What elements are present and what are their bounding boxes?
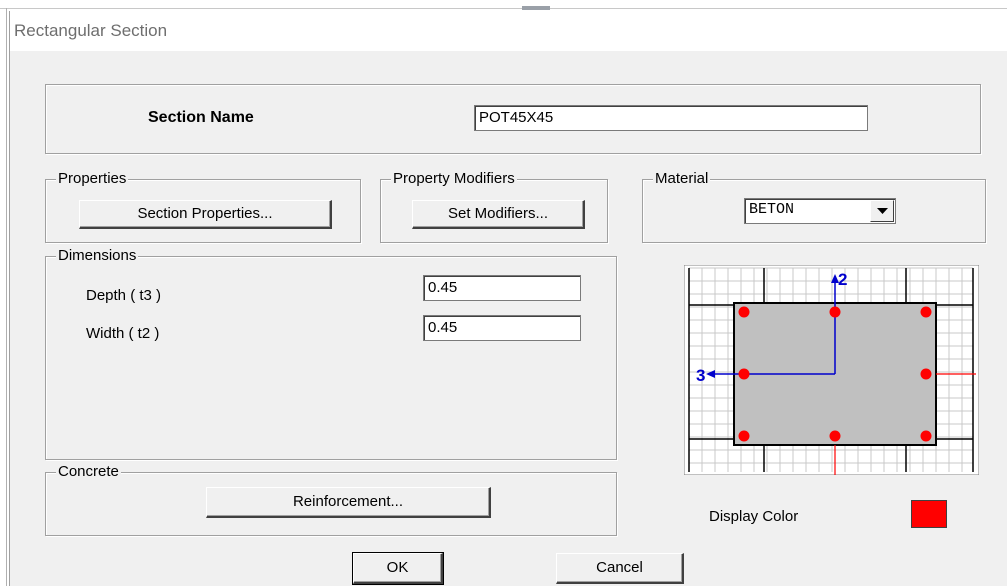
concrete-group: Concrete Reinforcement... (45, 464, 617, 536)
property-modifiers-group: Property Modifiers Set Modifiers... (380, 171, 608, 243)
section-preview-canvas: 2 3 (684, 265, 979, 475)
rebar-top-left (738, 306, 750, 318)
axis3-label: 3 (696, 366, 705, 385)
cancel-button-label: Cancel (596, 559, 643, 576)
material-legend: Material (653, 170, 711, 187)
dialog-titlebar[interactable]: Rectangular Section (10, 11, 1007, 51)
dialog-client-area: Section Name POT45X45 Properties Section… (10, 51, 1007, 586)
dimensions-group: Dimensions Depth ( t3 ) 0.45 Width ( t2 … (45, 248, 617, 460)
property-modifiers-legend: Property Modifiers (391, 170, 517, 187)
dialog-title: Rectangular Section (14, 21, 168, 40)
section-properties-button[interactable]: Section Properties... (79, 200, 332, 229)
material-dropdown-button[interactable] (870, 200, 894, 222)
width-input[interactable]: 0.45 (423, 315, 581, 341)
section-properties-button-label: Section Properties... (137, 205, 273, 222)
ok-button[interactable]: OK (352, 552, 444, 585)
properties-legend: Properties (56, 170, 129, 187)
material-select-value: BETON (749, 201, 795, 218)
background-rule-left (6, 8, 7, 586)
concrete-legend: Concrete (56, 463, 121, 480)
background-splitter-knob (522, 6, 550, 10)
depth-input[interactable]: 0.45 (423, 275, 581, 301)
rebar-top-middle (829, 306, 841, 318)
set-modifiers-button-label: Set Modifiers... (447, 205, 549, 222)
rectangular-section-dialog: Rectangular Section Section Name POT45X4… (9, 11, 1007, 586)
ok-button-label: OK (386, 559, 409, 576)
rebar-bottom-right (920, 430, 932, 442)
display-color-swatch[interactable] (911, 500, 947, 528)
material-group: Material BETON (642, 171, 986, 243)
reinforcement-button-label: Reinforcement... (292, 493, 404, 510)
section-name-label: Section Name (148, 109, 254, 126)
set-modifiers-button[interactable]: Set Modifiers... (412, 200, 585, 229)
rebar-bottom-left (738, 430, 750, 442)
display-color-label: Display Color (709, 508, 799, 525)
dimensions-legend: Dimensions (56, 247, 139, 264)
rebar-mid-left (738, 368, 750, 380)
depth-label: Depth ( t3 ) (86, 287, 162, 304)
section-name-input[interactable]: POT45X45 (474, 105, 868, 131)
axis2-label: 2 (838, 270, 847, 289)
reinforcement-button[interactable]: Reinforcement... (206, 487, 491, 518)
chevron-down-icon (877, 208, 888, 214)
section-name-panel: Section Name POT45X45 (45, 84, 981, 154)
rebar-mid-right (920, 368, 932, 380)
properties-group: Properties Section Properties... (45, 171, 361, 243)
cancel-button[interactable]: Cancel (556, 553, 684, 584)
rebar-top-right (920, 306, 932, 318)
rebar-bottom-middle (829, 430, 841, 442)
background-rule-top (0, 8, 1007, 9)
width-label: Width ( t2 ) (86, 325, 160, 342)
